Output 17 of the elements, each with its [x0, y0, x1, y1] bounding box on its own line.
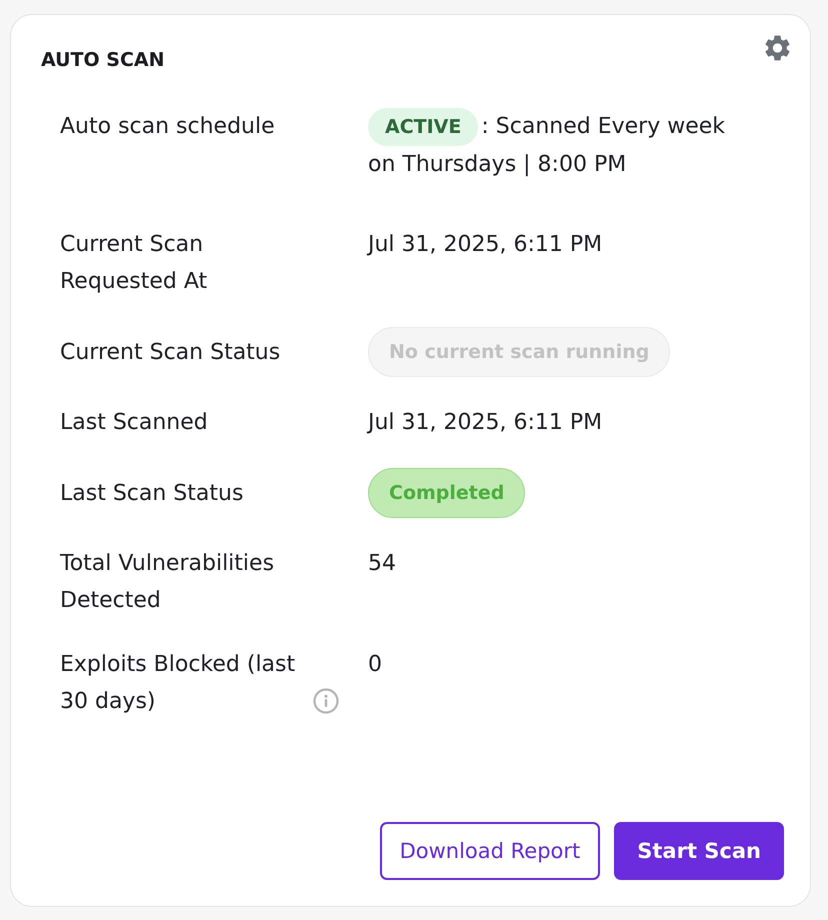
field-label: Current Scan Status: [60, 338, 280, 366]
field-label: Last Scan Status: [60, 480, 244, 508]
field-value: 54: [368, 551, 396, 576]
field-label: Last Scanned: [60, 409, 208, 437]
primary-button[interactable]: Start Scan: [614, 822, 784, 880]
field-label: Total Vulnerabilities Detected: [60, 550, 276, 615]
card-title: AUTO SCAN: [41, 48, 165, 72]
schedule-value: ACTIVE : Scanned Every week on Thursdays | 8:00 PM: [368, 108, 740, 183]
field-value: 0: [368, 652, 382, 677]
field-label: Exploits Blocked (last 30 days): [60, 651, 296, 716]
field-label: Auto scan schedule: [60, 113, 275, 141]
settings-icon[interactable]: [765, 35, 790, 61]
status-pill: Completed: [368, 468, 526, 518]
outline-button[interactable]: Download Report: [380, 822, 600, 880]
field-value: Jul 31, 2025, 6:11 PM: [368, 410, 602, 435]
field-label: Current Scan Requested At: [60, 231, 208, 296]
field-value: Jul 31, 2025, 6:11 PM: [368, 232, 602, 257]
